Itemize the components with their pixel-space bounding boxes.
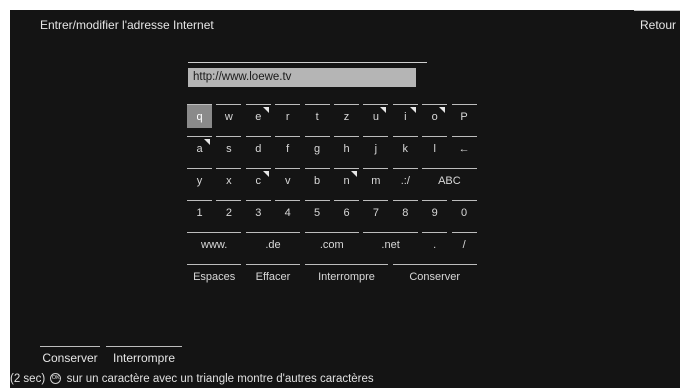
key[interactable]: 3: [245, 200, 271, 224]
help-message: sur un caractère avec un triangle montre…: [66, 373, 374, 385]
key[interactable]: t: [304, 104, 330, 128]
key[interactable]: .com: [304, 232, 359, 256]
help-text: (2 sec) OK sur un caractère avec un tria…: [10, 373, 374, 385]
key[interactable]: u: [363, 104, 389, 128]
key[interactable]: d: [245, 136, 271, 160]
key[interactable]: j: [363, 136, 389, 160]
key[interactable]: n: [334, 168, 359, 192]
key[interactable]: i: [392, 104, 418, 128]
key[interactable]: 6: [334, 200, 359, 224]
key[interactable]: c: [245, 168, 271, 192]
key[interactable]: 7: [363, 200, 389, 224]
back-button[interactable]: Retour: [634, 10, 680, 38]
key[interactable]: w: [216, 104, 242, 128]
key[interactable]: s: [216, 136, 242, 160]
key[interactable]: k: [392, 136, 418, 160]
screen: Entrer/modifier l'adresse Internet Retou…: [10, 10, 680, 388]
url-input-value[interactable]: http://www.loewe.tv: [188, 68, 416, 87]
key[interactable]: 1: [187, 200, 212, 224]
key[interactable]: 8: [392, 200, 418, 224]
key[interactable]: Conserver: [392, 264, 477, 288]
key[interactable]: 2: [216, 200, 242, 224]
key[interactable]: l: [422, 136, 448, 160]
key[interactable]: /: [451, 232, 477, 256]
key[interactable]: m: [363, 168, 389, 192]
key[interactable]: a: [187, 136, 212, 160]
page-title: Entrer/modifier l'adresse Internet: [40, 18, 214, 32]
key[interactable]: P: [451, 104, 477, 128]
key[interactable]: Interrompre: [304, 264, 389, 288]
key[interactable]: o: [422, 104, 448, 128]
virtual-keyboard: q w e r t z u i o Pa s d f g h j k l ← y x c v b n m .:/ABC 1 2 3 4 5 6 7…: [187, 104, 481, 296]
key[interactable]: h: [334, 136, 359, 160]
key[interactable]: .net: [363, 232, 418, 256]
key[interactable]: 0: [451, 200, 477, 224]
cancel-button[interactable]: Interrompre: [106, 346, 182, 365]
key[interactable]: 4: [275, 200, 301, 224]
key[interactable]: Effacer: [245, 264, 301, 288]
key[interactable]: b: [304, 168, 330, 192]
key[interactable]: ABC: [422, 168, 477, 192]
help-prefix: (2 sec): [10, 373, 46, 385]
key[interactable]: v: [275, 168, 301, 192]
key[interactable]: z: [334, 104, 359, 128]
url-field[interactable]: http://www.loewe.tv: [188, 62, 427, 87]
key[interactable]: 9: [422, 200, 448, 224]
key[interactable]: .:/: [392, 168, 418, 192]
key[interactable]: Espaces: [187, 264, 242, 288]
key[interactable]: f: [275, 136, 301, 160]
key[interactable]: 5: [304, 200, 330, 224]
key[interactable]: r: [275, 104, 301, 128]
key[interactable]: g: [304, 136, 330, 160]
save-button[interactable]: Conserver: [40, 346, 100, 365]
key[interactable]: q: [187, 104, 212, 128]
key[interactable]: ←: [451, 136, 477, 160]
save-button-label: Conserver: [42, 351, 98, 365]
key[interactable]: x: [216, 168, 242, 192]
key[interactable]: .: [422, 232, 448, 256]
key[interactable]: www.: [187, 232, 242, 256]
ok-button-icon: OK: [50, 373, 62, 385]
cancel-button-label: Interrompre: [112, 351, 176, 365]
key[interactable]: e: [245, 104, 271, 128]
key[interactable]: y: [187, 168, 212, 192]
key[interactable]: .de: [245, 232, 301, 256]
